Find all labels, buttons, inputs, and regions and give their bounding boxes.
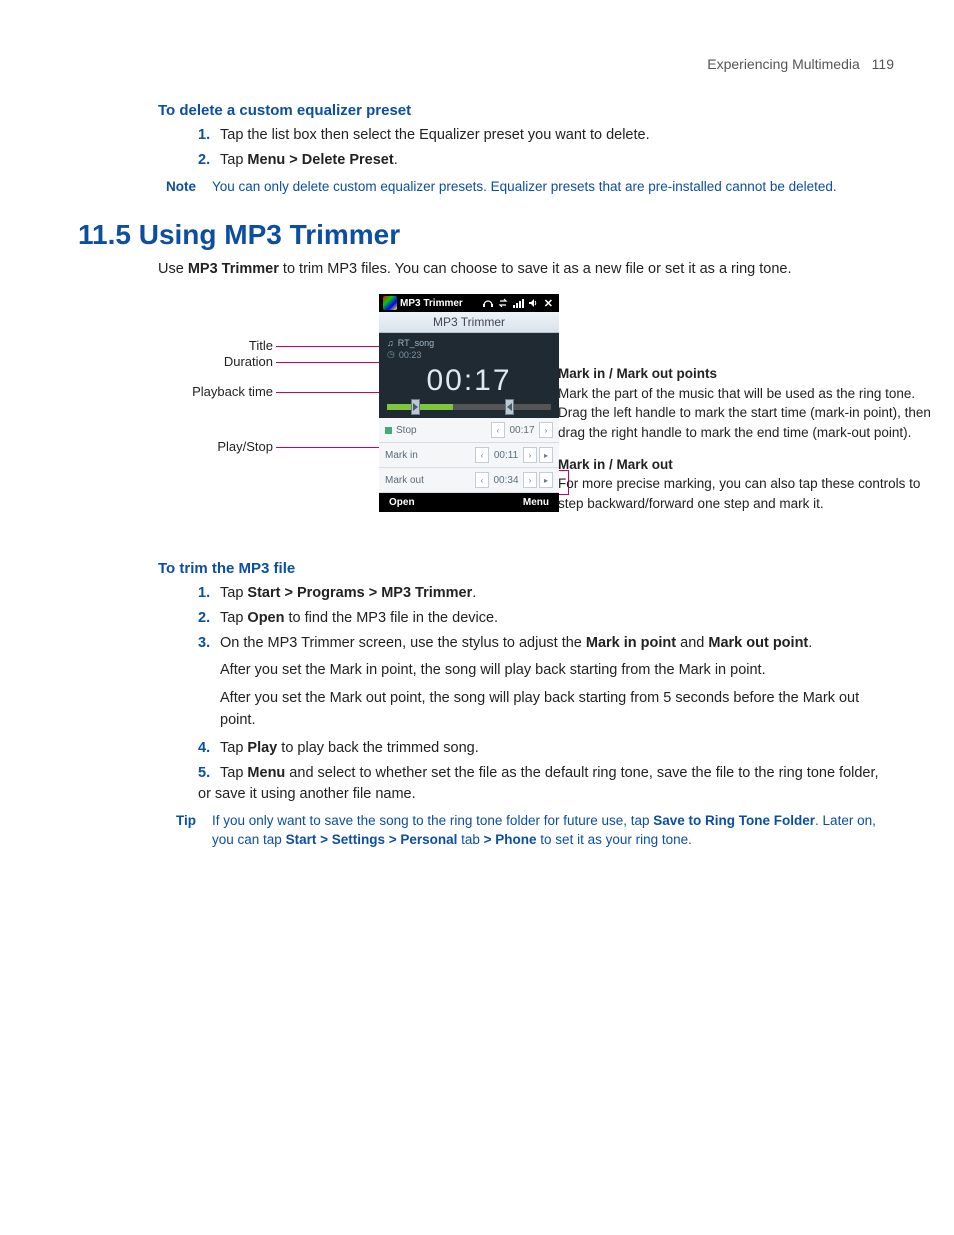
note-label: Note bbox=[158, 177, 196, 197]
row-label: Mark in bbox=[385, 450, 418, 461]
step-text: Tap Menu > Delete Preset. bbox=[220, 152, 398, 168]
stop-icon[interactable] bbox=[385, 427, 392, 434]
step-number: 1. bbox=[198, 583, 220, 604]
stepper-playback: ‹ 00:17 › bbox=[491, 422, 553, 438]
statusbar-title: MP3 Trimmer bbox=[400, 298, 479, 309]
callout-playback-time: Playback time bbox=[192, 384, 273, 399]
step-number: 3. bbox=[198, 633, 220, 654]
callout-heading: Mark in / Mark out points bbox=[558, 366, 717, 381]
clock-icon: ◷ bbox=[387, 349, 395, 360]
callout-line bbox=[276, 362, 386, 363]
page-number: 119 bbox=[872, 56, 894, 72]
stepper-mark-out: ‹ 00:34 › ▸ bbox=[475, 472, 553, 488]
stepper-value: 00:17 bbox=[505, 425, 539, 436]
step-para: After you set the Mark out point, the so… bbox=[220, 688, 894, 732]
song-duration: 00:23 bbox=[399, 350, 422, 360]
step-back-button[interactable]: ‹ bbox=[475, 472, 489, 488]
step-number: 2. bbox=[198, 608, 220, 629]
signal-icon bbox=[512, 297, 524, 309]
headphones-icon bbox=[482, 297, 494, 309]
step-back-button[interactable]: ‹ bbox=[491, 422, 505, 438]
step-number: 4. bbox=[198, 738, 220, 759]
steps-delete-preset: 1.Tap the list box then select the Equal… bbox=[198, 125, 894, 171]
step-para: After you set the Mark in point, the son… bbox=[220, 660, 894, 682]
callout-duration: Duration bbox=[224, 354, 273, 369]
phone-softkeys: Open Menu bbox=[379, 493, 559, 512]
step-number: 5. bbox=[198, 763, 220, 784]
callout-line bbox=[276, 346, 386, 347]
tip-box: Tip If you only want to save the song to… bbox=[158, 811, 894, 850]
music-note-icon: ♫ bbox=[387, 338, 394, 348]
start-icon[interactable] bbox=[383, 296, 397, 310]
stepper-value: 00:11 bbox=[489, 450, 523, 461]
phone-display: ♫ RT_song ◷ 00:23 00:17 bbox=[379, 333, 559, 418]
step-forward-button[interactable]: › bbox=[523, 472, 537, 488]
intro-text: Use MP3 Trimmer to trim MP3 files. You c… bbox=[158, 259, 894, 281]
row-play-stop: Stop ‹ 00:17 › bbox=[379, 418, 559, 443]
callouts-right: Mark in / Mark out points Mark the part … bbox=[558, 364, 938, 525]
tip-label: Tip bbox=[158, 811, 196, 850]
heading-mp3-trimmer: 11.5 Using MP3 Trimmer bbox=[78, 219, 894, 251]
phone-app-title: MP3 Trimmer bbox=[379, 312, 559, 333]
softkey-menu[interactable]: Menu bbox=[523, 497, 549, 508]
step-text: Tap Menu and select to whether set the f… bbox=[198, 765, 879, 802]
softkey-open[interactable]: Open bbox=[389, 497, 415, 508]
step-text: Tap Start > Programs > MP3 Trimmer. bbox=[220, 585, 476, 601]
callout-heading: Mark in / Mark out bbox=[558, 457, 673, 472]
row-mark-out: Mark out ‹ 00:34 › ▸ bbox=[379, 468, 559, 493]
stepper-value: 00:34 bbox=[489, 475, 523, 486]
row-label: Mark out bbox=[385, 475, 424, 486]
running-head: Experiencing Multimedia 119 bbox=[78, 56, 894, 72]
step-text: Tap the list box then select the Equaliz… bbox=[220, 127, 650, 143]
heading-delete-preset: To delete a custom equalizer preset bbox=[158, 102, 894, 119]
callout-text: Mark the part of the music that will be … bbox=[558, 386, 931, 440]
close-icon[interactable]: ✕ bbox=[542, 297, 555, 310]
stepper-mark-in: ‹ 00:11 › ▸ bbox=[475, 447, 553, 463]
callout-line bbox=[276, 447, 381, 448]
row-mark-in: Mark in ‹ 00:11 › ▸ bbox=[379, 443, 559, 468]
step-text: Tap Open to find the MP3 file in the dev… bbox=[220, 610, 498, 626]
note-box: Note You can only delete custom equalize… bbox=[158, 177, 894, 197]
note-text: You can only delete custom equalizer pre… bbox=[212, 177, 837, 197]
step-number: 1. bbox=[198, 125, 220, 146]
callout-labels-left: Title Duration Playback time Play/Stop bbox=[78, 294, 273, 534]
row-label: Stop bbox=[396, 425, 417, 436]
step-back-button[interactable]: ‹ bbox=[475, 447, 489, 463]
mark-in-handle[interactable] bbox=[411, 399, 420, 415]
phone-statusbar: MP3 Trimmer ✕ bbox=[379, 294, 559, 312]
song-title: RT_song bbox=[398, 338, 434, 348]
figure-mp3-trimmer: Title Duration Playback time Play/Stop M… bbox=[78, 294, 894, 534]
step-text: On the MP3 Trimmer screen, use the stylu… bbox=[220, 635, 812, 651]
speaker-icon bbox=[527, 297, 539, 309]
callout-play-stop: Play/Stop bbox=[217, 439, 273, 454]
step-number: 2. bbox=[198, 150, 220, 171]
step-forward-button[interactable]: › bbox=[523, 447, 537, 463]
trim-slider[interactable] bbox=[387, 404, 551, 410]
playback-time: 00:17 bbox=[387, 364, 551, 398]
callout-title: Title bbox=[249, 338, 273, 353]
step-text: Tap Play to play back the trimmed song. bbox=[220, 740, 479, 756]
heading-trim-file: To trim the MP3 file bbox=[158, 560, 894, 577]
step-forward-button[interactable]: › bbox=[539, 422, 553, 438]
mark-out-handle[interactable] bbox=[505, 399, 514, 415]
chapter-title: Experiencing Multimedia bbox=[707, 56, 860, 72]
callout-text: For more precise marking, you can also t… bbox=[558, 476, 920, 511]
sync-icon bbox=[497, 297, 509, 309]
steps-trim-file: 1.Tap Start > Programs > MP3 Trimmer. 2.… bbox=[198, 583, 894, 654]
phone-control-rows: Stop ‹ 00:17 › Mark in ‹ 00:11 › ▸ bbox=[379, 418, 559, 493]
mark-set-button[interactable]: ▸ bbox=[539, 472, 553, 488]
tip-text: If you only want to save the song to the… bbox=[212, 811, 894, 850]
steps-trim-file-cont: 4.Tap Play to play back the trimmed song… bbox=[198, 738, 894, 805]
mark-set-button[interactable]: ▸ bbox=[539, 447, 553, 463]
phone-screenshot: MP3 Trimmer ✕ MP3 Trimmer ♫ RT_song ◷ 00:2… bbox=[379, 294, 559, 534]
